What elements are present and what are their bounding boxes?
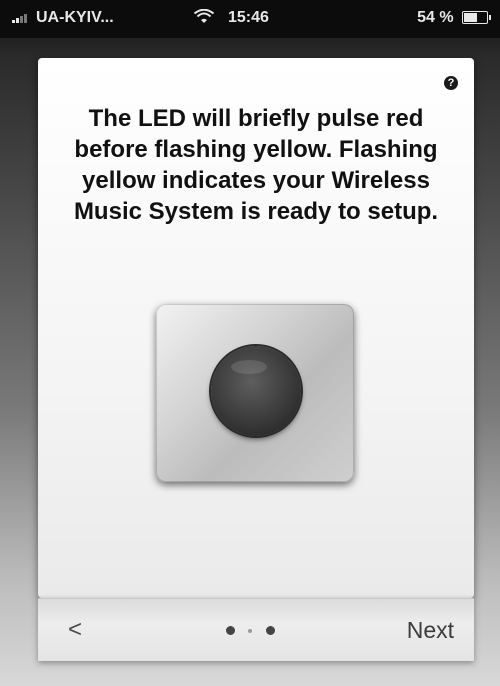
- led-highlight: [231, 360, 267, 374]
- status-bar: UA-KYIV... 15:46 54 %: [0, 0, 500, 38]
- led-button-illustration: [156, 304, 354, 482]
- next-button[interactable]: Next: [407, 615, 454, 645]
- back-button[interactable]: <: [62, 615, 88, 645]
- page-dot-3: [266, 626, 275, 635]
- led-indicator-image: [211, 346, 301, 436]
- wifi-icon: [193, 9, 215, 23]
- phone-screen: UA-KYIV... 15:46 54 % ? The LED will bri…: [0, 0, 500, 686]
- page-dot-2: [248, 629, 252, 633]
- bottom-nav-bar: < Next: [38, 598, 474, 661]
- help-icon[interactable]: ?: [444, 76, 458, 90]
- instruction-text: The LED will briefly pulse red before fl…: [73, 105, 439, 225]
- setup-card: ? The LED will briefly pulse red before …: [38, 58, 474, 598]
- signal-icon: [12, 13, 27, 23]
- carrier-name: UA-KYIV...: [36, 9, 114, 26]
- clock: 15:46: [228, 9, 269, 26]
- page-indicator: [226, 626, 286, 636]
- battery-icon: [462, 11, 491, 25]
- battery-percent: 54 %: [417, 9, 454, 26]
- battery-group: 54 %: [417, 9, 491, 27]
- page-dot-1: [226, 626, 235, 635]
- carrier-group: UA-KYIV...: [12, 9, 114, 27]
